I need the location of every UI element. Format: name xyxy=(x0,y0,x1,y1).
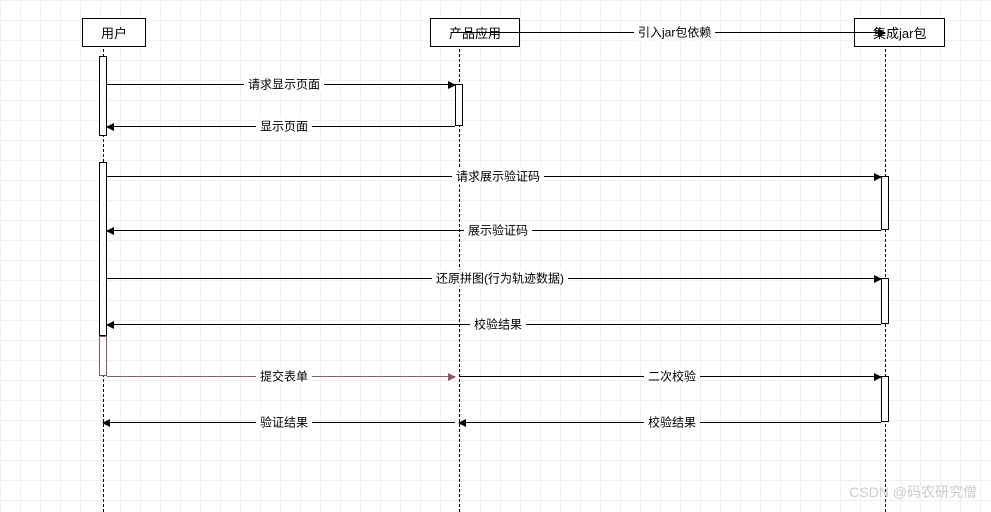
label-import-jar: 引入jar包依赖 xyxy=(634,24,715,41)
label-verify-result-user: 验证结果 xyxy=(256,414,312,431)
activation-user-3 xyxy=(99,336,107,376)
label-verify-result-app: 校验结果 xyxy=(644,414,700,431)
watermark: CSDN @码农研究僧 xyxy=(849,482,977,502)
activation-user-2 xyxy=(99,162,107,336)
activation-jar-1 xyxy=(881,176,889,230)
label-submit-form: 提交表单 xyxy=(256,368,312,385)
activation-jar-2 xyxy=(881,278,889,324)
label-request-captcha: 请求展示验证码 xyxy=(452,168,544,185)
label-verify-result-1: 校验结果 xyxy=(470,316,526,333)
activation-app-1 xyxy=(455,84,463,126)
label-second-verify: 二次校验 xyxy=(644,368,700,385)
activation-jar-3 xyxy=(881,376,889,422)
label-request-page: 请求显示页面 xyxy=(244,76,324,93)
label-restore-puzzle: 还原拼图(行为轨迹数据) xyxy=(432,270,568,287)
label-show-captcha: 展示验证码 xyxy=(464,222,532,239)
participant-user: 用户 xyxy=(82,18,146,47)
label-show-page: 显示页面 xyxy=(256,118,312,135)
